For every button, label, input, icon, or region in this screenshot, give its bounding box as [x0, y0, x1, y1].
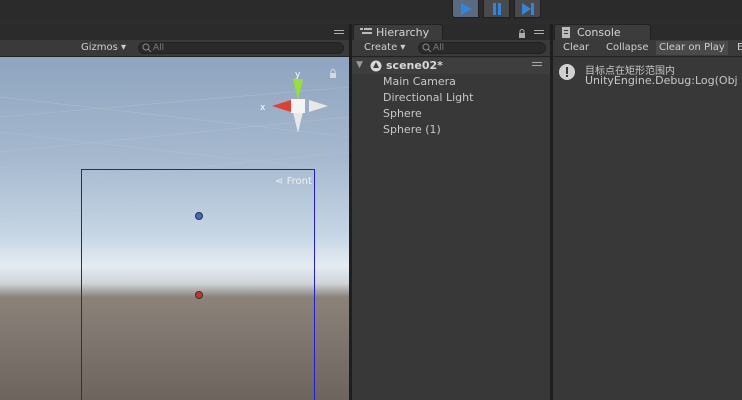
scene-search-placeholder: All — [153, 43, 165, 53]
clear-on-play-toggle[interactable]: Clear on Play — [656, 41, 728, 55]
console-list: 目标点在矩形范围内 UnityEngine.Debug:Log(Obj — [553, 57, 742, 400]
gizmo-y-label: y — [295, 70, 301, 80]
scene-name: scene02* — [386, 59, 443, 72]
gizmo-x-label: x — [260, 103, 266, 113]
expand-arrow-icon[interactable]: ▼ — [356, 60, 363, 70]
gizmo-x-cone[interactable] — [272, 100, 291, 112]
hierarchy-search-input[interactable]: All — [418, 42, 546, 54]
pause-button[interactable] — [483, 0, 510, 18]
lock-icon[interactable] — [329, 69, 337, 79]
step-button[interactable] — [514, 0, 541, 18]
selection-rectangle — [81, 169, 315, 400]
tab-console[interactable]: Console — [554, 24, 651, 40]
sphere-blue[interactable] — [195, 212, 203, 220]
scene-toolbar: Gizmos ▾ All — [0, 40, 349, 57]
panel-menu-icon[interactable] — [534, 30, 544, 38]
list-item[interactable]: Sphere — [383, 107, 422, 120]
lock-icon[interactable] — [518, 29, 526, 39]
hierarchy-panel: Hierarchy Create ▾ All ▼ scene02* Main C… — [352, 24, 550, 400]
list-icon — [360, 28, 372, 34]
console-detail: UnityEngine.Debug:Log(Obj — [585, 74, 738, 87]
gizmo-y-cone[interactable] — [293, 79, 303, 100]
sphere-red[interactable] — [195, 291, 203, 299]
panel-menu-icon[interactable] — [334, 30, 344, 38]
tab-console-label: Console — [577, 26, 621, 39]
scene-panel: Gizmos ▾ All y x ⋖ Front — [0, 24, 349, 400]
hierarchy-list: ▼ scene02* Main Camera Directional Light… — [352, 57, 550, 400]
info-icon — [559, 64, 575, 80]
play-toolbar — [0, 0, 742, 20]
list-item[interactable]: Main Camera — [383, 75, 456, 88]
search-icon — [142, 43, 152, 53]
collapse-button[interactable]: Collapse — [606, 41, 649, 55]
front-text: Front — [286, 176, 312, 187]
scene-menu-icon[interactable] — [532, 62, 542, 70]
search-icon — [422, 43, 432, 53]
hierarchy-tabstrip: Hierarchy — [352, 24, 550, 40]
create-label: Create — [364, 42, 398, 53]
play-button[interactable] — [452, 0, 479, 18]
console-entry[interactable]: 目标点在矩形范围内 UnityEngine.Debug:Log(Obj — [553, 57, 742, 89]
console-tabstrip: Console — [553, 24, 742, 40]
gizmos-label: Gizmos — [81, 42, 118, 53]
list-item[interactable]: Sphere (1) — [383, 123, 441, 136]
scene-viewport[interactable]: y x ⋖ Front — [0, 57, 349, 400]
orientation-gizmo[interactable]: y x — [258, 67, 334, 157]
step-icon — [522, 3, 534, 15]
scene-search-input[interactable]: All — [138, 42, 344, 54]
tab-hierarchy[interactable]: Hierarchy — [353, 24, 443, 40]
console-panel: Console Clear Collapse Clear on Play E 目… — [553, 24, 742, 400]
pause-icon — [493, 3, 501, 15]
list-item[interactable]: Directional Light — [383, 91, 473, 104]
error-pause-toggle[interactable]: E — [737, 41, 742, 55]
unity-scene-icon — [370, 60, 382, 72]
console-icon — [562, 27, 570, 38]
front-icon: ⋖ — [275, 176, 284, 187]
gizmo-neg-y-cone[interactable] — [293, 112, 303, 133]
gizmo-neg-x-cone[interactable] — [309, 100, 328, 112]
hierarchy-toolbar: Create ▾ All — [352, 40, 550, 57]
console-toolbar: Clear Collapse Clear on Play E — [553, 40, 742, 57]
gizmos-dropdown[interactable]: Gizmos ▾ — [81, 41, 126, 55]
tab-hierarchy-label: Hierarchy — [376, 26, 430, 39]
create-dropdown[interactable]: Create ▾ — [364, 41, 405, 55]
hierarchy-search-placeholder: All — [433, 43, 445, 53]
scene-tabstrip — [0, 24, 349, 40]
view-front-label: ⋖ Front — [275, 176, 312, 187]
scene-row[interactable]: ▼ scene02* — [352, 58, 550, 74]
play-icon — [461, 3, 472, 15]
clear-button[interactable]: Clear — [563, 41, 589, 55]
gizmo-center[interactable] — [291, 99, 305, 113]
